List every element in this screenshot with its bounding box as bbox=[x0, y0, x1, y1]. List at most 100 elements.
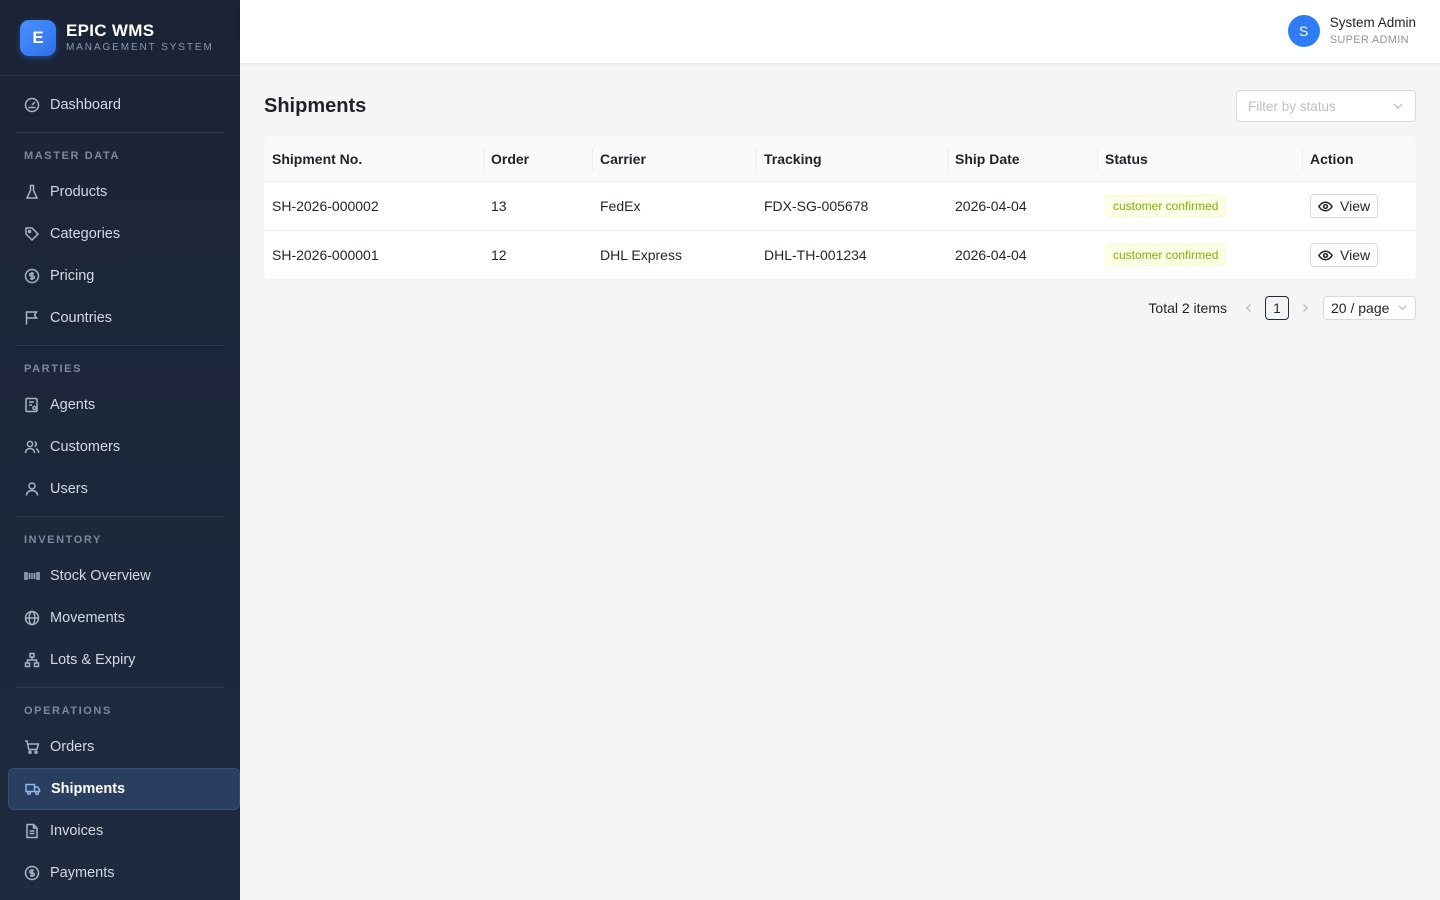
cell-order: 12 bbox=[491, 247, 507, 263]
next-page-icon[interactable] bbox=[1293, 296, 1317, 320]
brand-logo[interactable]: E bbox=[20, 19, 56, 56]
sidebar-item-label: Orders bbox=[50, 739, 95, 755]
divider bbox=[16, 687, 224, 688]
cell-ship-date: 2026-04-04 bbox=[955, 198, 1027, 214]
sidebar-item-dashboard[interactable]: Dashboard bbox=[0, 84, 240, 126]
user-name: System Admin bbox=[1329, 15, 1416, 30]
section-master-data: MASTER DATA bbox=[24, 150, 121, 162]
eye-icon bbox=[1318, 248, 1333, 263]
sidebar-item-stock-overview[interactable]: Stock Overview bbox=[0, 555, 240, 597]
sidebar-item-label: Lots & Expiry bbox=[50, 652, 136, 668]
user-menu[interactable]: S System Admin SUPER ADMIN bbox=[1287, 14, 1416, 48]
flag-icon bbox=[24, 310, 40, 326]
sidebar-item-label: Products bbox=[50, 184, 108, 200]
sidebar-item-label: Agents bbox=[50, 397, 96, 413]
sidebar-item-categories[interactable]: Categories bbox=[0, 213, 240, 255]
section-parties: PARTIES bbox=[24, 363, 83, 375]
sidebar-item-movements[interactable]: Movements bbox=[0, 597, 240, 639]
avatar[interactable]: S bbox=[1287, 15, 1320, 47]
cell-action: View bbox=[1302, 182, 1416, 230]
cell-ship-date: 2026-04-04 bbox=[955, 247, 1027, 263]
brand: E EPIC WMS MANAGEMENT SYSTEM bbox=[0, 0, 240, 76]
globe-icon bbox=[24, 610, 40, 626]
sidebar-item-customers[interactable]: Customers bbox=[0, 426, 240, 468]
column-header-status: Status bbox=[1097, 136, 1302, 181]
cell-status: customer confirmed bbox=[1097, 182, 1302, 230]
status-filter-placeholder: Filter by status bbox=[1248, 98, 1336, 114]
column-header-shipment-no: Shipment No. bbox=[272, 150, 363, 167]
sidebar-item-label: Countries bbox=[50, 310, 113, 326]
dashboard-gauge-icon bbox=[24, 97, 40, 113]
user-icon bbox=[24, 481, 40, 497]
table-row: SH-2026-000001 12 DHL Express DHL-TH-001… bbox=[264, 231, 1416, 280]
column-header-action: Action bbox=[1302, 136, 1416, 181]
status-filter-select[interactable]: Filter by status bbox=[1236, 90, 1416, 122]
status-badge: customer confirmed bbox=[1105, 195, 1227, 217]
divider bbox=[16, 516, 224, 517]
sidebar-item-label: Dashboard bbox=[50, 97, 121, 113]
sidebar-item-countries[interactable]: Countries bbox=[0, 297, 240, 339]
pagination-total: Total 2 items bbox=[1148, 300, 1227, 316]
view-button[interactable]: View bbox=[1310, 194, 1379, 218]
sidebar-item-products[interactable]: Products bbox=[0, 171, 240, 213]
sidebar-item-invoices[interactable]: Invoices bbox=[0, 810, 240, 852]
dollar-circle-icon bbox=[24, 268, 40, 284]
cell-carrier: DHL Express bbox=[600, 247, 682, 263]
sidebar-item-label: Payments bbox=[50, 865, 115, 881]
sidebar-nav: Dashboard MASTER DATA Products Categorie… bbox=[0, 76, 240, 894]
column-header-tracking: Tracking bbox=[756, 136, 947, 181]
main-content: Shipments Filter by status Shipment No. … bbox=[264, 64, 1416, 320]
sidebar-item-label: Customers bbox=[50, 439, 121, 455]
sidebar-item-lots-expiry[interactable]: Lots & Expiry bbox=[0, 639, 240, 681]
sidebar-item-label: Stock Overview bbox=[50, 568, 151, 584]
cell-carrier: FedEx bbox=[600, 198, 641, 214]
chevron-down-icon bbox=[1392, 100, 1404, 112]
cluster-icon bbox=[24, 652, 40, 668]
shopping-cart-icon bbox=[24, 739, 40, 755]
truck-icon bbox=[25, 781, 41, 797]
sidebar-item-orders[interactable]: Orders bbox=[0, 726, 240, 768]
barcode-icon bbox=[24, 568, 40, 584]
view-button[interactable]: View bbox=[1310, 243, 1379, 267]
sidebar-item-label: Movements bbox=[50, 610, 125, 626]
section-operations: OPERATIONS bbox=[24, 705, 112, 717]
pagination: Total 2 items 1 20 / page bbox=[264, 296, 1416, 320]
cell-tracking: DHL-TH-001234 bbox=[764, 247, 867, 263]
sidebar-item-users[interactable]: Users bbox=[0, 468, 240, 510]
shipments-table: Shipment No. Order Carrier Tracking Ship… bbox=[264, 136, 1416, 280]
tag-icon bbox=[24, 226, 40, 242]
section-inventory: INVENTORY bbox=[24, 534, 102, 546]
page-size-value: 20 / page bbox=[1331, 300, 1390, 316]
team-icon bbox=[24, 439, 40, 455]
sidebar-item-payments[interactable]: Payments bbox=[0, 852, 240, 894]
sidebar-item-shipments[interactable]: Shipments bbox=[8, 768, 240, 810]
sidebar-item-label: Categories bbox=[50, 226, 121, 242]
sidebar-item-pricing[interactable]: Pricing bbox=[0, 255, 240, 297]
view-button-label: View bbox=[1340, 198, 1371, 214]
cell-shipment-no: SH-2026-000002 bbox=[272, 198, 379, 214]
prev-page-icon[interactable] bbox=[1237, 296, 1261, 320]
column-header-order: Order bbox=[483, 136, 592, 181]
flask-icon bbox=[24, 184, 40, 200]
status-badge: customer confirmed bbox=[1105, 244, 1227, 266]
top-header: S System Admin SUPER ADMIN bbox=[240, 0, 1440, 64]
sidebar-item-label: Invoices bbox=[50, 823, 104, 839]
cell-action: View bbox=[1302, 231, 1416, 279]
page-size-select[interactable]: 20 / page bbox=[1323, 296, 1416, 320]
divider bbox=[16, 132, 224, 133]
divider bbox=[16, 345, 224, 346]
sidebar: E EPIC WMS MANAGEMENT SYSTEM Dashboard M… bbox=[0, 0, 240, 900]
user-role: SUPER ADMIN bbox=[1329, 34, 1409, 46]
sidebar-item-agents[interactable]: Agents bbox=[0, 384, 240, 426]
cell-shipment-no: SH-2026-000001 bbox=[272, 247, 379, 263]
contact-card-icon bbox=[24, 397, 40, 413]
column-header-carrier: Carrier bbox=[592, 136, 756, 181]
file-text-icon bbox=[24, 823, 40, 839]
cell-order: 13 bbox=[491, 198, 507, 214]
eye-icon bbox=[1318, 199, 1333, 214]
table-header: Shipment No. Order Carrier Tracking Ship… bbox=[264, 136, 1416, 182]
page-title: Shipments bbox=[264, 94, 367, 117]
view-button-label: View bbox=[1340, 247, 1371, 263]
page-number-1[interactable]: 1 bbox=[1265, 296, 1289, 320]
sidebar-item-label: Shipments bbox=[51, 781, 126, 797]
